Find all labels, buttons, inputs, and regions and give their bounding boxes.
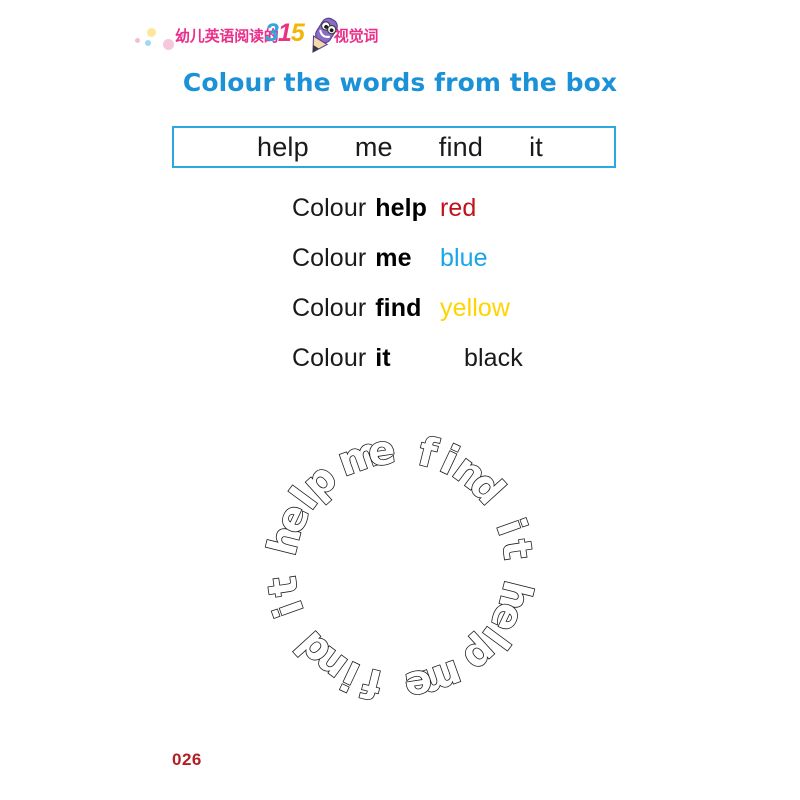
- instruction-colour-name: yellow: [440, 293, 511, 322]
- ring-letter: t: [492, 537, 541, 565]
- instruction-row: Colour me blue: [292, 233, 622, 283]
- ring-letter: e: [400, 660, 436, 710]
- ring-svg: helpme findithelpmefindit: [258, 426, 542, 711]
- instruction-colour-name: black: [464, 343, 523, 372]
- dot-icon: [147, 28, 156, 37]
- instruction-target-word: find: [375, 293, 422, 322]
- word-box-words: help me find it: [257, 132, 543, 163]
- instruction-prefix: Colour: [292, 343, 367, 372]
- page-number: 026: [172, 750, 202, 769]
- instruction-prefix: Colour: [292, 193, 367, 222]
- instruction-list: Colour help red Colour me blue Colour fi…: [292, 183, 622, 383]
- instruction-colour-name: red: [440, 193, 477, 222]
- dot-icon: [145, 40, 151, 46]
- dot-icon: [163, 39, 174, 50]
- box-word: find: [438, 131, 484, 162]
- instruction-row: Colour find yellow: [292, 283, 622, 333]
- box-word: me: [354, 131, 393, 162]
- dot-icon: [135, 38, 140, 43]
- instruction-row: Colour it black: [292, 333, 622, 383]
- instruction-target-word: it: [375, 343, 391, 372]
- ring-letter: e: [365, 426, 401, 476]
- instruction-prefix: Colour: [292, 293, 367, 322]
- page-title: Colour the words from the box: [182, 68, 618, 97]
- box-word: help: [256, 131, 309, 162]
- brand-logo: 幼儿英语阅读的 315 个视觉词: [133, 12, 378, 58]
- word-box: help me find it: [172, 126, 616, 168]
- pencil-mascot-icon: [301, 14, 345, 58]
- ring-letters: helpme findithelpmefindit: [258, 426, 542, 711]
- circular-word-ring: helpmefindithelpmefindit: [240, 418, 560, 718]
- instruction-target-word: help: [375, 193, 428, 222]
- brand-number-digit: 3: [265, 19, 279, 47]
- ring-letter: t: [259, 572, 308, 600]
- box-word: it: [529, 131, 544, 162]
- instruction-target-word: me: [375, 243, 412, 272]
- brand-text-left: 幼儿英语阅读的: [175, 27, 279, 45]
- instruction-row: Colour help red: [292, 183, 622, 233]
- brand-number: 315: [265, 19, 305, 48]
- instruction-colour-name: blue: [440, 243, 488, 272]
- brand-number-digit: 1: [277, 19, 292, 47]
- instruction-prefix: Colour: [292, 243, 367, 272]
